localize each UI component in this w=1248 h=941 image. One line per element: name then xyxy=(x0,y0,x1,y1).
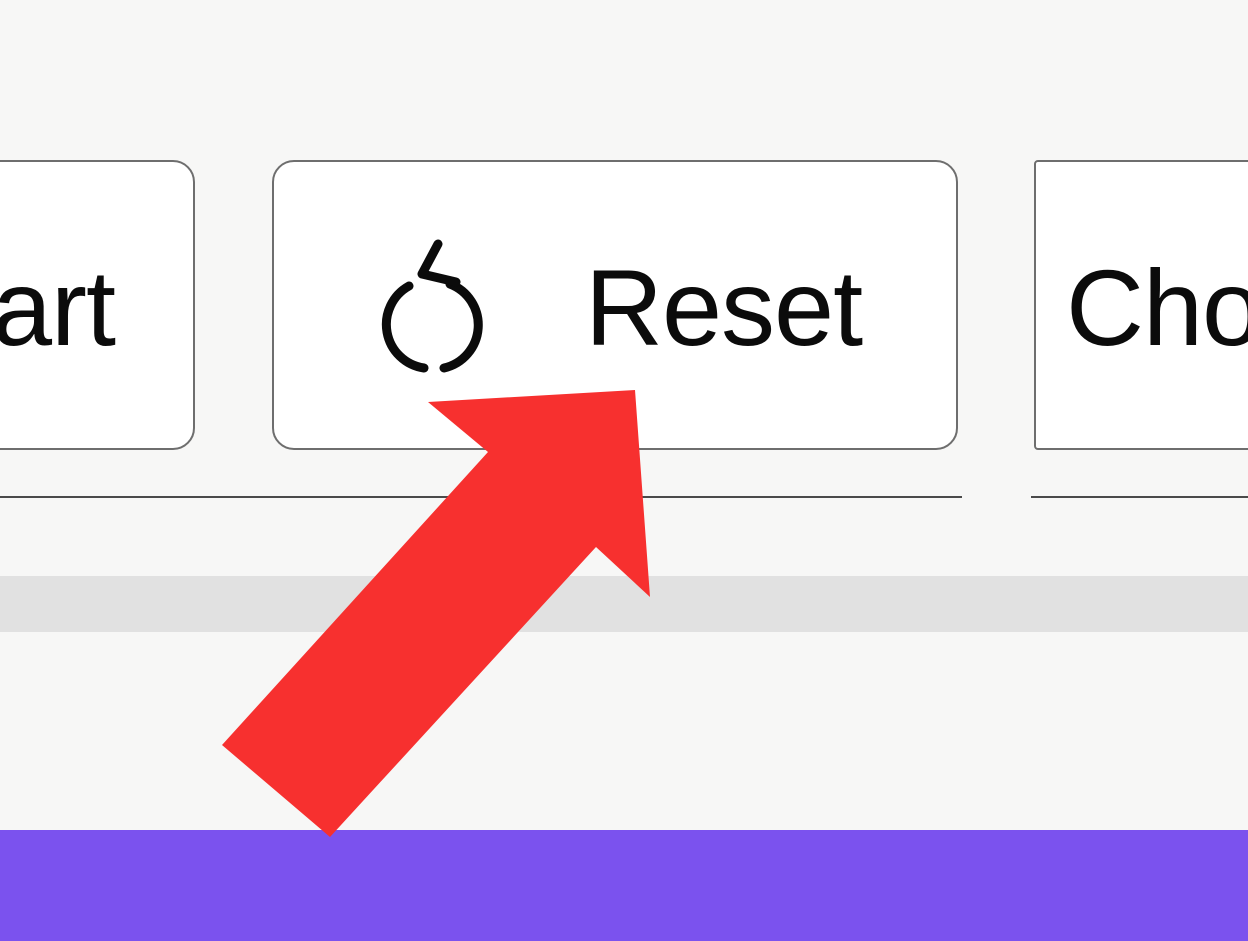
choose-button[interactable]: Cho xyxy=(1034,160,1248,450)
pointer-arrow-icon xyxy=(222,390,650,837)
reset-button-label: Reset xyxy=(585,247,863,368)
toolbar-divider xyxy=(0,496,962,498)
toolbar-divider xyxy=(1031,496,1248,498)
reset-icon xyxy=(381,239,483,372)
screen: art Reset Cho xyxy=(0,0,1248,941)
bottom-bar xyxy=(0,830,1248,941)
start-button[interactable]: art xyxy=(0,160,195,450)
scrollbar-track[interactable] xyxy=(0,576,1248,632)
start-button-label: art xyxy=(0,247,116,368)
reset-button[interactable]: Reset xyxy=(272,160,958,450)
choose-button-label: Cho xyxy=(1066,247,1248,368)
